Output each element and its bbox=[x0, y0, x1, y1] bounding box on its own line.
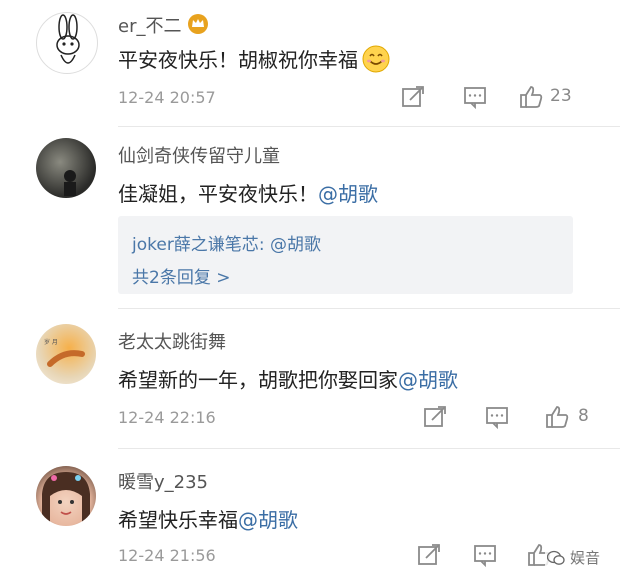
timestamp: 12-24 22:16 bbox=[118, 408, 216, 427]
reply-mention[interactable]: @胡歌 bbox=[270, 235, 321, 255]
username[interactable]: 老太太跳街舞 bbox=[118, 328, 226, 354]
repost-icon[interactable] bbox=[416, 542, 442, 568]
like-count: 8 bbox=[578, 406, 589, 426]
watermark-text: 娱音 bbox=[569, 549, 600, 567]
comment-text-content: 佳凝姐，平安夜快乐！ bbox=[118, 182, 318, 206]
timestamp: 12-24 20:57 bbox=[118, 88, 216, 107]
repost-icon[interactable] bbox=[422, 404, 448, 430]
more-replies-link[interactable]: 共2条回复 > bbox=[132, 263, 230, 288]
comment-text: 平安夜快乐！胡椒祝你幸福 bbox=[118, 44, 390, 78]
divider bbox=[118, 126, 620, 127]
crown-icon bbox=[187, 14, 209, 39]
handshake-avatar-icon: 岁 月 bbox=[44, 338, 85, 367]
avatar[interactable] bbox=[36, 12, 98, 74]
username[interactable]: er_不二 bbox=[118, 12, 209, 39]
reply-separator: : bbox=[258, 235, 270, 255]
comment-actions: 23 bbox=[400, 84, 600, 114]
person-avatar-icon bbox=[64, 170, 76, 196]
avatar[interactable]: 岁 月 bbox=[36, 324, 96, 384]
username-text: er_不二 bbox=[118, 16, 182, 37]
comment-icon[interactable] bbox=[462, 84, 488, 110]
avatar[interactable] bbox=[36, 138, 96, 198]
divider bbox=[118, 448, 620, 449]
comment-text: 希望快乐幸福@胡歌 bbox=[118, 504, 298, 533]
comment-text-content: 希望新的一年，胡歌把你娶回家 bbox=[118, 368, 398, 392]
divider bbox=[118, 308, 620, 309]
reply-preview: joker薛之谦笔芯: @胡歌 bbox=[132, 230, 321, 255]
comment-icon[interactable] bbox=[484, 404, 510, 430]
reply-username[interactable]: joker薛之谦笔芯 bbox=[132, 235, 259, 255]
comment-item: 暖雪y_235 希望快乐幸福@胡歌 12-24 21:56 bbox=[0, 452, 620, 582]
username[interactable]: 仙剑奇侠传留守儿童 bbox=[118, 142, 280, 168]
svg-text:岁 月: 岁 月 bbox=[44, 338, 58, 346]
comment-item: 仙剑奇侠传留守儿童 佳凝姐，平安夜快乐！@胡歌 joker薛之谦笔芯: @胡歌 … bbox=[0, 130, 620, 310]
comment-text-content: 平安夜快乐！胡椒祝你幸福 bbox=[118, 48, 358, 72]
girl-avatar-icon bbox=[42, 472, 90, 526]
avatar[interactable] bbox=[36, 466, 96, 526]
timestamp: 12-24 21:56 bbox=[118, 546, 216, 565]
comment-actions: 8 bbox=[422, 404, 612, 434]
comment-item: 岁 月 老太太跳街舞 希望新的一年，胡歌把你娶回家@胡歌 12-24 22:16… bbox=[0, 312, 620, 449]
mention-link[interactable]: @胡歌 bbox=[398, 368, 458, 392]
mention-link[interactable]: @胡歌 bbox=[318, 182, 378, 206]
thumbs-up-icon[interactable] bbox=[544, 404, 570, 430]
comment-text: 希望新的一年，胡歌把你娶回家@胡歌 bbox=[118, 364, 458, 393]
username[interactable]: 暖雪y_235 bbox=[118, 468, 208, 494]
comment-text-content: 希望快乐幸福 bbox=[118, 508, 238, 532]
mention-link[interactable]: @胡歌 bbox=[238, 508, 298, 532]
comment-actions bbox=[416, 542, 556, 572]
watermark: 娱音 bbox=[545, 547, 602, 570]
comment-item: er_不二 平安夜快乐！胡椒祝你幸福 12-24 20:57 23 bbox=[0, 0, 620, 130]
thumbs-up-icon[interactable] bbox=[518, 84, 544, 110]
smile-emoji-icon bbox=[362, 45, 390, 78]
reply-box[interactable]: joker薛之谦笔芯: @胡歌 共2条回复 > bbox=[118, 216, 573, 294]
rabbit-avatar-icon bbox=[56, 14, 80, 64]
comment-icon[interactable] bbox=[472, 542, 498, 568]
wechat-logo-icon bbox=[547, 550, 565, 570]
repost-icon[interactable] bbox=[400, 84, 426, 110]
comment-text: 佳凝姐，平安夜快乐！@胡歌 bbox=[118, 178, 378, 207]
like-count: 23 bbox=[550, 86, 572, 106]
